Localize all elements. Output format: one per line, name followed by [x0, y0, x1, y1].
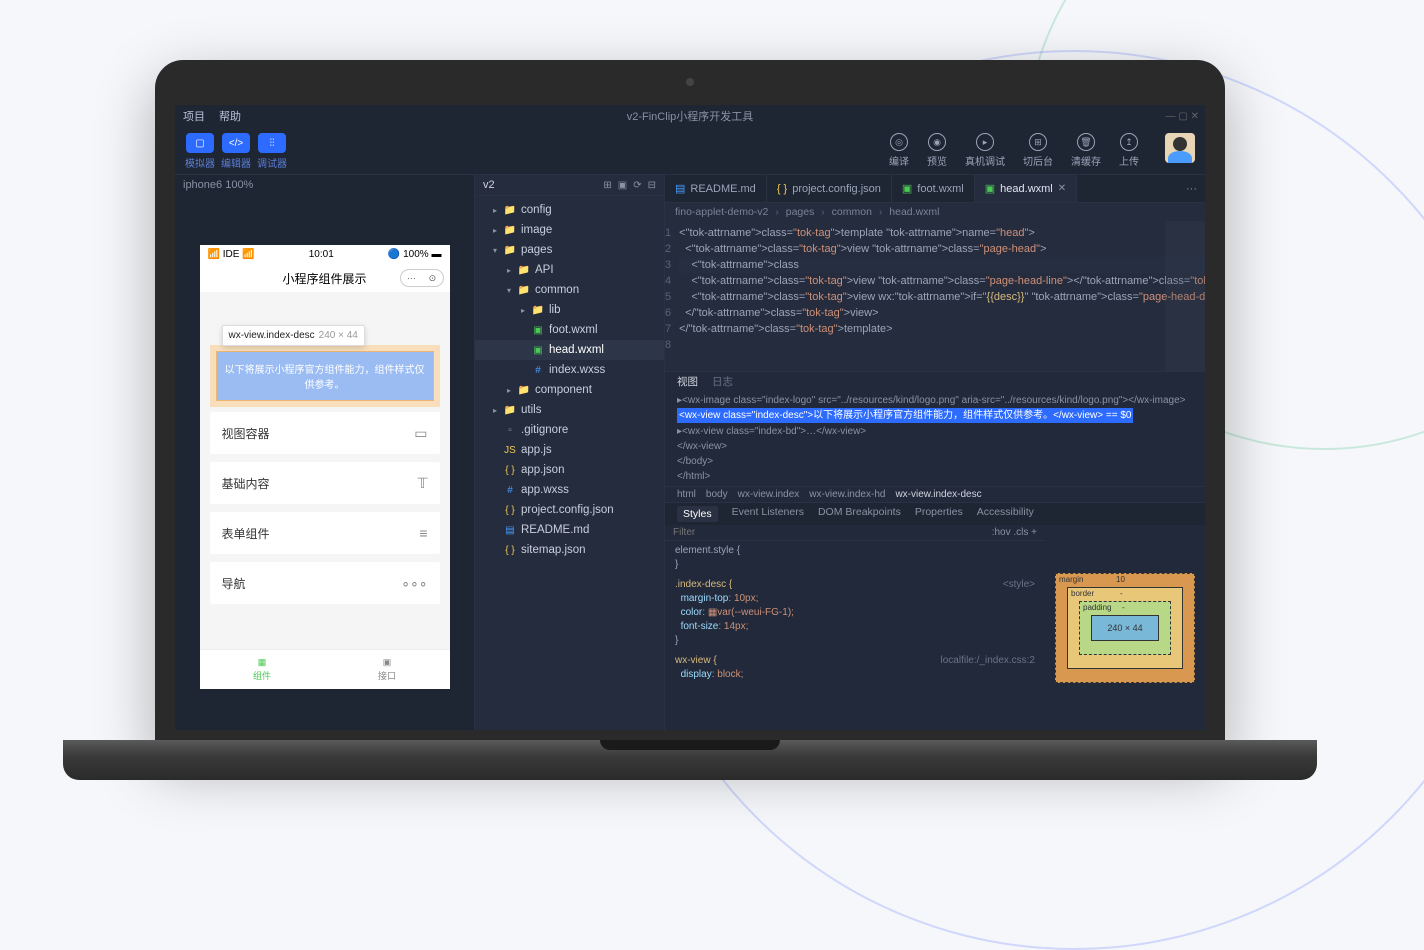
tree-file[interactable]: { }project.config.json — [475, 500, 664, 520]
dom-breadcrumb[interactable]: htmlbodywx-view.indexwx-view.index-hdwx-… — [665, 486, 1205, 503]
toolbar: ▢模拟器 </>编辑器 ⫶⫶调试器 ◎编译 ◉预览 ▸真机调试 ⊞切后台 🗑清缓… — [175, 127, 1205, 175]
editor-tab[interactable]: ▤README.md — [665, 175, 767, 202]
css-rule-block[interactable]: <style> .index-desc { margin-top: 10px; … — [665, 575, 1045, 651]
compile-icon: ◎ — [890, 133, 908, 151]
editor-panel: ▤README.md{ }project.config.json▣foot.wx… — [665, 175, 1205, 730]
project-root[interactable]: v2 — [483, 179, 495, 191]
tree-folder[interactable]: ▸📁component — [475, 380, 664, 400]
tree-file[interactable]: ▫.gitignore — [475, 420, 664, 440]
inspect-tooltip: wx-view.index-desc240 × 44 — [222, 325, 365, 346]
tree-file[interactable]: { }sitemap.json — [475, 540, 664, 560]
dom-tree[interactable]: ▸<wx-image class="index-logo" src="../re… — [665, 391, 1205, 486]
menu-project[interactable]: 项目 — [183, 108, 205, 124]
action-remote[interactable]: ▸真机调试 — [965, 133, 1005, 168]
action-compile[interactable]: ◎编译 — [889, 133, 909, 168]
ide-screen: 项目 帮助 v2-FinClip小程序开发工具 — ▢ ✕ ▢模拟器 </>编辑… — [175, 105, 1205, 730]
code-editor[interactable]: 12345678 <"tok-attrname">class="tok-tag"… — [665, 221, 1205, 371]
tree-file[interactable]: { }app.json — [475, 460, 664, 480]
tree-file[interactable]: JSapp.js — [475, 440, 664, 460]
trash-icon: 🗑 — [1077, 133, 1095, 151]
tree-file[interactable]: ▤README.md — [475, 520, 664, 540]
window-controls[interactable]: — ▢ ✕ — [1166, 111, 1199, 122]
phone-statusbar: 📶 IDE 📶 10:01 🔵 100% ▬ — [200, 245, 450, 264]
list-item[interactable]: 视图容器▭ — [210, 412, 440, 454]
tree-folder[interactable]: ▸📁lib — [475, 300, 664, 320]
simulator-panel: iphone6 100% 📶 IDE 📶 10:01 🔵 100% ▬ 小程序组… — [175, 175, 475, 730]
refresh-icon[interactable]: ⟳ — [633, 180, 641, 191]
action-clear-cache[interactable]: 🗑清缓存 — [1071, 133, 1101, 168]
mode-simulator[interactable]: ▢模拟器 — [185, 133, 215, 170]
devtools-subtabs[interactable]: StylesEvent ListenersDOM BreakpointsProp… — [665, 503, 1205, 525]
grid-icon: ▦ — [258, 657, 267, 668]
background-icon: ⊞ — [1029, 133, 1047, 151]
device-label[interactable]: iphone6 100% — [175, 175, 474, 195]
list-item[interactable]: 表单组件≡ — [210, 512, 440, 554]
styles-tools[interactable]: :hov .cls + — [992, 527, 1037, 538]
user-avatar[interactable] — [1165, 133, 1195, 163]
phone-tabbar: ▦组件 ▣接口 — [200, 649, 450, 689]
file-explorer: v2 ⊞ ▣ ⟳ ⊟ ▸📁config▸📁image▾📁pages▸📁API▾📁… — [475, 175, 665, 730]
highlighted-element[interactable]: 以下将展示小程序官方组件能力，组件样式仅供参考。 — [216, 351, 434, 401]
tree-folder[interactable]: ▾📁common — [475, 280, 664, 300]
devtools: 视图 日志 ▸<wx-image class="index-logo" src=… — [665, 371, 1205, 730]
new-folder-icon[interactable]: ▣ — [618, 180, 627, 191]
capsule-button[interactable]: ···⊙ — [400, 269, 444, 287]
editor-tabs: ▤README.md{ }project.config.json▣foot.wx… — [665, 175, 1205, 203]
explorer-header: v2 ⊞ ▣ ⟳ ⊟ — [475, 175, 664, 196]
menu-help[interactable]: 帮助 — [219, 108, 241, 124]
element-style-block[interactable]: element.style { } — [665, 541, 1045, 575]
tree-file[interactable]: ▣head.wxml — [475, 340, 664, 360]
close-icon[interactable]: ✕ — [1058, 183, 1066, 194]
window-title: v2-FinClip小程序开发工具 — [627, 108, 754, 124]
phone-simulator[interactable]: 📶 IDE 📶 10:01 🔵 100% ▬ 小程序组件展示 ···⊙ wx-v… — [200, 245, 450, 689]
list-item[interactable]: 导航∘∘∘ — [210, 562, 440, 604]
editor-tab[interactable]: ▣foot.wxml — [892, 175, 975, 202]
collapse-icon[interactable]: ⊟ — [648, 180, 656, 191]
breadcrumb[interactable]: fino-applet-demo-v2 › pages › common › h… — [665, 203, 1205, 221]
tree-file[interactable]: #index.wxss — [475, 360, 664, 380]
action-preview[interactable]: ◉预览 — [927, 133, 947, 168]
new-file-icon[interactable]: ⊞ — [603, 180, 611, 191]
upload-icon: ↥ — [1120, 133, 1138, 151]
laptop-frame: 项目 帮助 v2-FinClip小程序开发工具 — ▢ ✕ ▢模拟器 </>编辑… — [155, 60, 1225, 780]
tree-folder[interactable]: ▸📁image — [475, 220, 664, 240]
tab-components[interactable]: ▦组件 — [200, 650, 325, 689]
chip-icon: ▣ — [383, 657, 392, 668]
tabs-overflow[interactable]: ··· — [1178, 183, 1205, 195]
remote-icon: ▸ — [976, 133, 994, 151]
tree-folder[interactable]: ▸📁config — [475, 200, 664, 220]
box-model: margin10 border- padding- 240 × 44 — [1045, 525, 1205, 730]
list-item[interactable]: 基础内容𝕋 — [210, 462, 440, 504]
tree-file[interactable]: #app.wxss — [475, 480, 664, 500]
tree-file[interactable]: ▣foot.wxml — [475, 320, 664, 340]
styles-filter-input[interactable] — [673, 527, 992, 538]
camera-dot — [686, 78, 694, 86]
phone-title: 小程序组件展示 — [282, 270, 366, 287]
preview-icon: ◉ — [928, 133, 946, 151]
css-rule-block-2[interactable]: localfile:/_index.css:2 wx-view { displa… — [665, 651, 1045, 685]
tab-api[interactable]: ▣接口 — [325, 650, 450, 689]
mode-debugger[interactable]: ⫶⫶调试器 — [257, 133, 287, 170]
editor-tab[interactable]: ▣head.wxml✕ — [975, 175, 1077, 202]
phone-header: 小程序组件展示 ···⊙ — [200, 264, 450, 292]
styles-pane[interactable]: :hov .cls + element.style { } <style> .i… — [665, 525, 1045, 730]
tree-folder[interactable]: ▸📁utils — [475, 400, 664, 420]
tree-folder[interactable]: ▾📁pages — [475, 240, 664, 260]
minimap[interactable] — [1165, 221, 1205, 371]
devtools-tabs[interactable]: 视图 日志 — [665, 372, 1205, 391]
menubar: 项目 帮助 v2-FinClip小程序开发工具 — ▢ ✕ — [175, 105, 1205, 127]
mode-editor[interactable]: </>编辑器 — [221, 133, 251, 170]
action-background[interactable]: ⊞切后台 — [1023, 133, 1053, 168]
editor-tab[interactable]: { }project.config.json — [767, 175, 892, 202]
tree-folder[interactable]: ▸📁API — [475, 260, 664, 280]
action-upload[interactable]: ↥上传 — [1119, 133, 1139, 168]
